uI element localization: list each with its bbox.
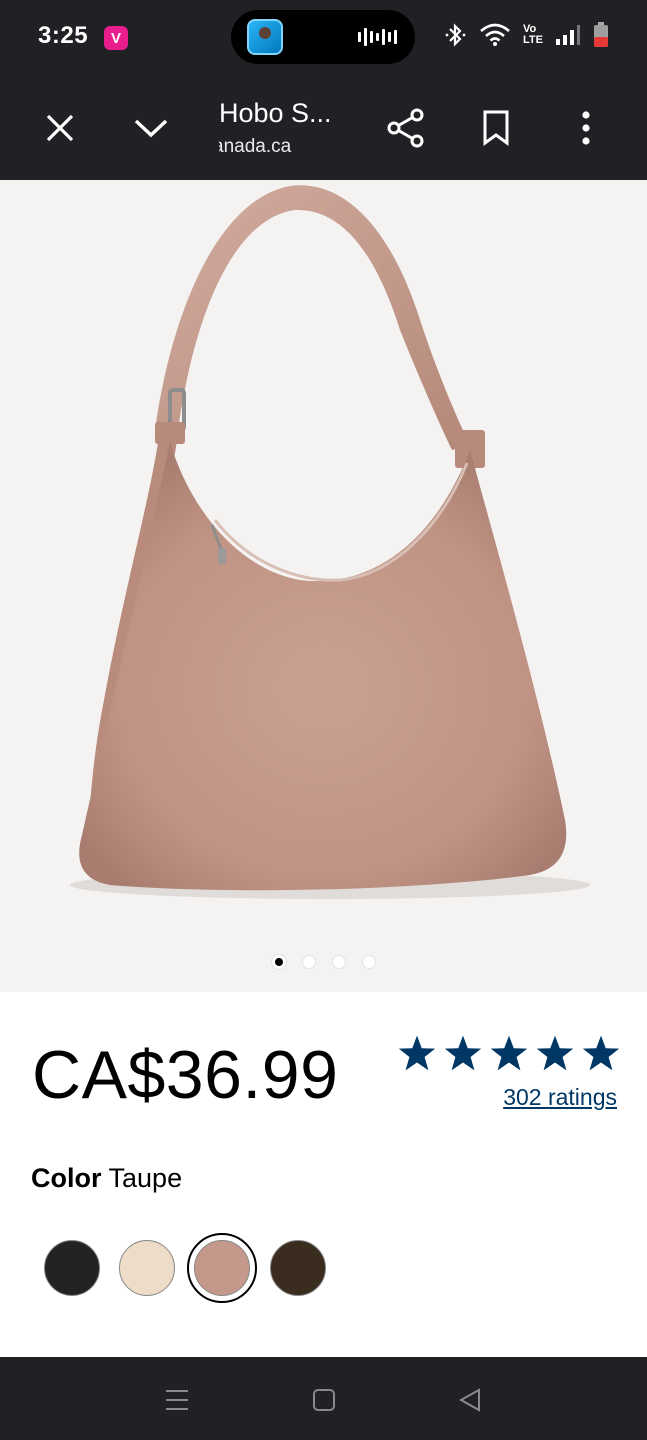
product-image-carousel[interactable] [0,180,647,992]
status-bar: 3:25 V Vo LTE [0,0,647,78]
star-icon [582,1035,620,1071]
close-tab-button[interactable] [36,104,84,152]
back-button[interactable] [455,1385,485,1415]
status-icons: Vo LTE [445,22,609,48]
status-time: 3:25 [38,22,89,49]
more-vert-icon [582,111,590,145]
carousel-pagination [0,955,647,969]
lte-label: LTE [523,34,543,46]
share-icon [387,108,424,148]
product-price: CA$36.99 [32,1037,339,1113]
bookmark-icon [483,110,509,146]
audio-wave-icon [358,28,397,46]
swatch-cream[interactable] [119,1240,175,1296]
recents-icon [166,1390,188,1410]
carousel-dot-4[interactable] [361,955,376,969]
media-thumbnail-icon [247,19,283,55]
volte-icon: Vo LTE [523,24,543,46]
more-options-button[interactable] [562,104,610,152]
ratings-link[interactable]: 302 ratings [503,1084,617,1111]
chevron-down-icon [134,119,168,138]
home-button[interactable] [309,1385,339,1415]
back-icon [458,1388,480,1412]
bluetooth-icon [445,23,466,47]
swatch-black[interactable] [44,1240,100,1296]
rating-stars[interactable] [398,1034,620,1072]
carousel-dot-1[interactable] [271,955,286,969]
minimize-button[interactable] [127,104,175,152]
wifi-icon [480,23,510,46]
custom-tab-toolbar: Hobo S... anada.ca [0,78,647,180]
page-url: anada.ca [219,136,339,158]
color-row: Color Taupe [31,1163,182,1194]
product-info: CA$36.99 302 ratings Color Taupe [0,992,647,1357]
share-button[interactable] [382,104,430,152]
carousel-dot-3[interactable] [331,955,346,969]
hobo-bag-image [70,185,590,899]
home-icon [313,1389,335,1411]
page-title: Hobo S... [219,98,332,128]
signal-icon [556,25,580,45]
swatch-taupe[interactable] [194,1240,250,1296]
bookmark-button[interactable] [472,104,520,152]
carousel-dot-2[interactable] [301,955,316,969]
color-label: Color [31,1163,102,1193]
notification-app-icon: V [104,26,128,50]
recent-apps-button[interactable] [162,1385,192,1415]
close-icon [46,114,74,142]
page-url-text: anada.ca [219,136,292,157]
swatch-brown[interactable] [270,1240,326,1296]
dynamic-island[interactable] [231,10,415,64]
star-icon [490,1035,528,1071]
star-icon [536,1035,574,1071]
star-icon [398,1035,436,1071]
battery-low-icon [594,22,608,47]
system-nav-bar [0,1357,647,1440]
star-icon [444,1035,482,1071]
color-value: Taupe [108,1163,183,1193]
